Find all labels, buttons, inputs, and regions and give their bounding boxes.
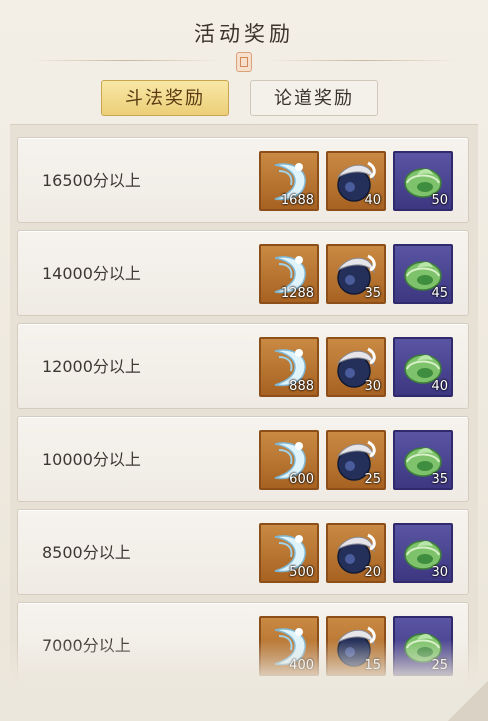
item-quantity: 500	[289, 565, 314, 580]
item-quantity: 1288	[280, 286, 314, 301]
seal-icon	[236, 52, 252, 72]
reward-item-slot[interactable]: 35	[393, 430, 453, 490]
reward-item-slot[interactable]: 40	[326, 151, 386, 211]
reward-item-slot[interactable]: 1288	[259, 244, 319, 304]
tab-debate-rewards[interactable]: 论道奖励	[250, 80, 378, 116]
reward-threshold-label: 16500分以上	[42, 171, 141, 190]
reward-item-slot[interactable]: 40	[393, 337, 453, 397]
item-quantity: 30	[431, 565, 448, 580]
item-quantity: 20	[364, 565, 381, 580]
reward-item-slot[interactable]: 888	[259, 337, 319, 397]
reward-threshold-label: 12000分以上	[42, 357, 141, 376]
item-quantity: 40	[431, 379, 448, 394]
page-curl	[448, 681, 488, 721]
reward-item-slot[interactable]: 35	[326, 244, 386, 304]
reward-row: 10000分以上 600 25 35	[17, 416, 469, 502]
reward-item-slot[interactable]: 500	[259, 523, 319, 583]
panel-title: 活动奖励	[194, 22, 294, 46]
item-quantity: 40	[364, 193, 381, 208]
title-divider-right	[268, 60, 458, 61]
item-quantity: 1688	[280, 193, 314, 208]
reward-item-slot[interactable]: 45	[393, 244, 453, 304]
reward-item-slot[interactable]: 600	[259, 430, 319, 490]
item-quantity: 35	[431, 472, 448, 487]
item-quantity: 35	[364, 286, 381, 301]
item-quantity: 25	[364, 472, 381, 487]
tab-battle-rewards[interactable]: 斗法奖励	[101, 80, 229, 116]
reward-row: 16500分以上 1688 40 50	[17, 137, 469, 223]
reward-row: 14000分以上 1288 35 45	[17, 230, 469, 316]
reward-row: 8500分以上 500 20 30	[17, 509, 469, 595]
item-quantity: 888	[289, 379, 314, 394]
reward-panel: 活动奖励 斗法奖励 论道奖励 16500分以上 1688 40 50 14000分…	[0, 0, 488, 721]
item-quantity: 30	[364, 379, 381, 394]
reward-item-slot[interactable]: 20	[326, 523, 386, 583]
reward-row: 12000分以上 888 30 40	[17, 323, 469, 409]
reward-threshold-label: 14000分以上	[42, 264, 141, 283]
title-divider-left	[30, 60, 220, 61]
reward-item-slot[interactable]: 1688	[259, 151, 319, 211]
reward-threshold-label: 8500分以上	[42, 543, 131, 562]
reward-threshold-label: 10000分以上	[42, 450, 141, 469]
list-fade	[0, 640, 488, 721]
reward-item-slot[interactable]: 50	[393, 151, 453, 211]
reward-item-slot[interactable]: 30	[393, 523, 453, 583]
item-quantity: 50	[431, 193, 448, 208]
reward-item-slot[interactable]: 30	[326, 337, 386, 397]
item-quantity: 45	[431, 286, 448, 301]
item-quantity: 600	[289, 472, 314, 487]
reward-item-slot[interactable]: 25	[326, 430, 386, 490]
